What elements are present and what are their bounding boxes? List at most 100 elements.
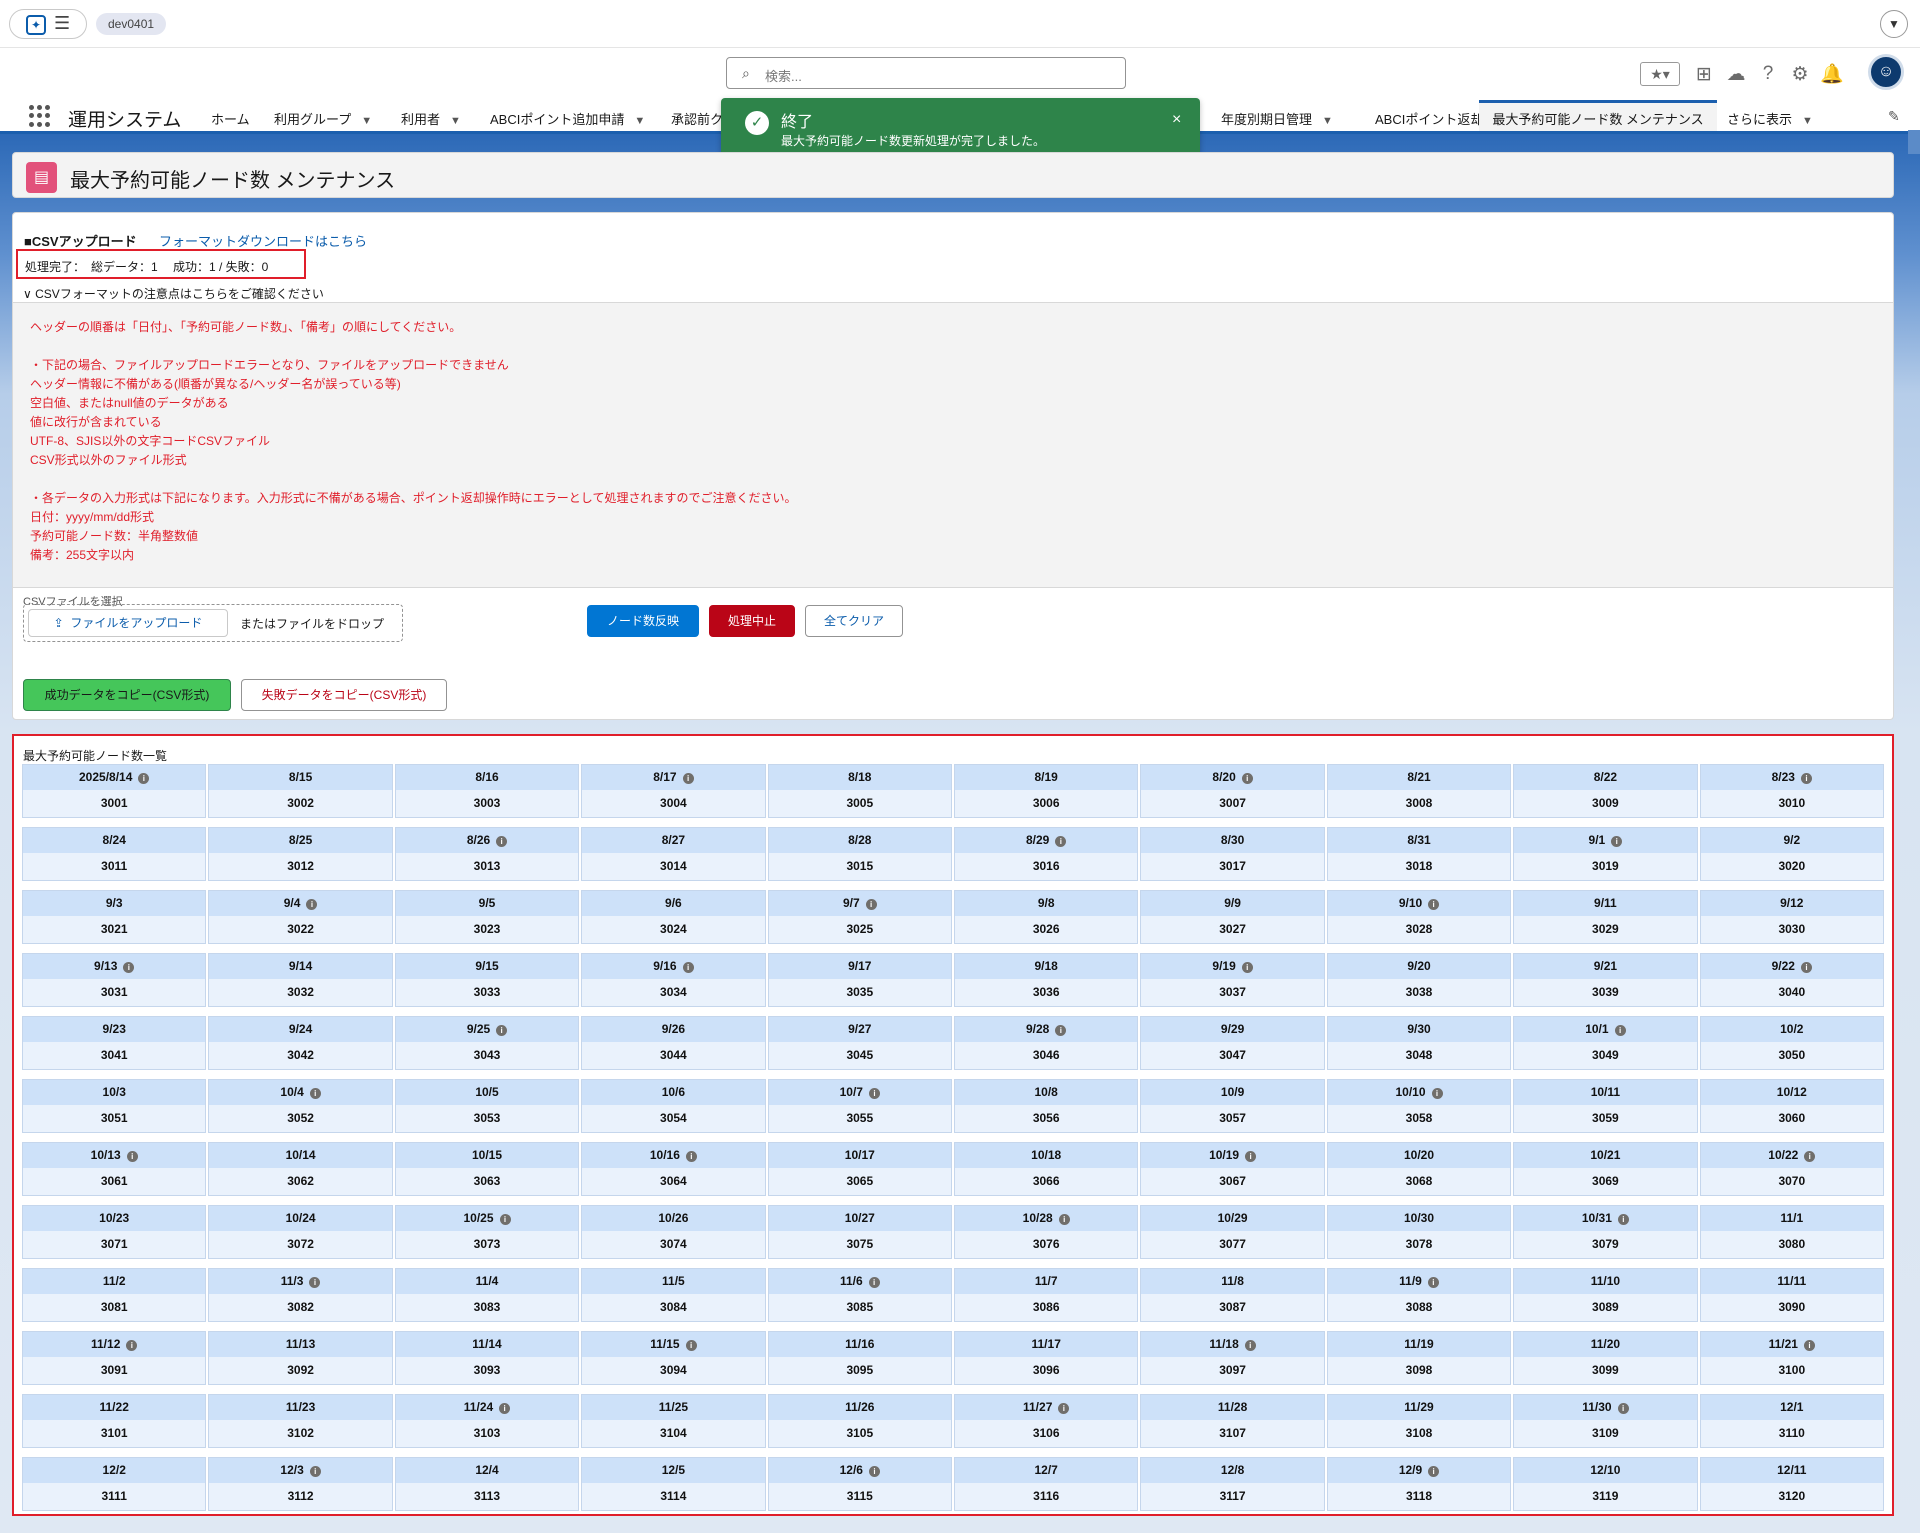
info-icon[interactable]: i	[868, 1277, 880, 1288]
info-icon[interactable]: i	[1617, 1214, 1629, 1225]
info-icon[interactable]: i	[309, 1277, 321, 1288]
nav-item-user-groups[interactable]: 利用グループ ▼	[274, 109, 372, 128]
copy-success-button[interactable]: 成功データをコピー(CSV形式)	[23, 679, 231, 711]
info-icon[interactable]: i	[126, 1151, 138, 1162]
node-cell: 9/8 3026	[953, 890, 1139, 944]
note-line: ヘッダー情報に不備がある(順番が異なる/ヘッダー名が誤っている等)	[30, 377, 401, 391]
notes-toggle[interactable]: ∨ CSVフォーマットの注意点はこちらをご確認ください	[23, 285, 324, 302]
close-icon[interactable]: ×	[1172, 111, 1181, 129]
app-launcher-icon[interactable]	[29, 105, 51, 127]
info-icon[interactable]: i	[1058, 1214, 1070, 1225]
node-value: 3068	[1327, 1168, 1511, 1195]
info-icon[interactable]: i	[685, 1151, 697, 1162]
copy-failure-button[interactable]: 失敗データをコピー(CSV形式)	[241, 679, 447, 711]
search-input[interactable]: ⌕ 検索...	[726, 57, 1126, 89]
node-date: 9/15	[395, 954, 579, 979]
clear-all-button[interactable]: 全てクリア	[805, 605, 903, 637]
info-icon[interactable]: i	[1055, 1025, 1067, 1036]
node-value: 3039	[1514, 979, 1697, 1006]
nav-item-label: 利用者	[401, 112, 441, 127]
node-cell: 11/7 3086	[953, 1268, 1139, 1322]
info-icon[interactable]: i	[126, 1340, 138, 1351]
node-value: 3048	[1327, 1042, 1511, 1069]
info-icon[interactable]: i	[868, 1466, 880, 1477]
info-icon[interactable]: i	[1804, 1151, 1816, 1162]
info-icon[interactable]: i	[1241, 962, 1253, 973]
info-icon[interactable]: i	[1428, 1466, 1440, 1477]
node-date: 9/11	[1514, 891, 1697, 916]
info-icon[interactable]: i	[1427, 1277, 1439, 1288]
nav-item-point-return[interactable]: ABCIポイント返却	[1375, 109, 1483, 128]
info-icon[interactable]: i	[865, 899, 877, 910]
format-download-link[interactable]: フォーマットダウンロードはこちら	[159, 231, 367, 250]
node-cell: 10/22 i 3070	[1699, 1142, 1884, 1196]
info-icon[interactable]: i	[1241, 773, 1253, 784]
help-icon[interactable]: ?	[1752, 63, 1784, 85]
info-icon[interactable]: i	[123, 962, 135, 973]
node-date: 10/27	[768, 1206, 951, 1231]
info-icon[interactable]: i	[309, 1466, 321, 1477]
info-icon[interactable]: i	[1428, 899, 1440, 910]
info-icon[interactable]: i	[306, 899, 318, 910]
trailhead-icon[interactable]: ☁	[1720, 63, 1752, 86]
info-icon[interactable]: i	[496, 1025, 508, 1036]
info-icon[interactable]: i	[138, 773, 150, 784]
add-icon[interactable]: ⊞	[1688, 63, 1720, 86]
info-icon[interactable]: i	[496, 836, 508, 847]
side-panel-handle[interactable]	[1908, 130, 1920, 154]
info-icon[interactable]: i	[682, 773, 694, 784]
info-icon[interactable]: i	[1617, 1403, 1629, 1414]
info-icon[interactable]: i	[1058, 1403, 1070, 1414]
bell-icon[interactable]: 🔔	[1816, 62, 1848, 86]
info-icon[interactable]: i	[1800, 962, 1812, 973]
chevron-down-icon[interactable]: ▼	[1322, 115, 1333, 127]
info-icon[interactable]: i	[1431, 1088, 1443, 1099]
node-cell: 8/18 3005	[767, 764, 952, 818]
nav-item-point-requests[interactable]: ABCIポイント追加申請 ▼	[490, 109, 645, 128]
chevron-down-icon[interactable]: ▼	[634, 115, 645, 127]
node-date-label: 9/19	[1212, 959, 1236, 973]
pencil-icon[interactable]: ✎	[1888, 108, 1900, 125]
abort-button[interactable]: 処理中止	[709, 605, 795, 637]
nav-more[interactable]: さらに表示 ▼	[1727, 109, 1813, 128]
node-date: 11/5	[582, 1269, 765, 1294]
favorites-icon[interactable]: ★▾	[1640, 62, 1680, 86]
info-icon[interactable]: i	[682, 962, 694, 973]
node-date: 9/25 i	[395, 1017, 579, 1042]
info-icon[interactable]: i	[1614, 1025, 1626, 1036]
info-icon[interactable]: i	[1245, 1151, 1257, 1162]
node-date: 8/26 i	[395, 828, 579, 853]
node-date: 12/6 i	[768, 1458, 951, 1483]
info-icon[interactable]: i	[1055, 836, 1067, 847]
info-icon[interactable]: i	[1244, 1340, 1256, 1351]
upload-file-button[interactable]: ⇪ ファイルをアップロード	[28, 609, 228, 637]
nav-item-users[interactable]: 利用者 ▼	[401, 109, 461, 128]
node-cell: 9/10 i 3028	[1326, 890, 1512, 944]
node-value: 3045	[768, 1042, 951, 1069]
chevron-down-icon[interactable]: ▼	[1880, 10, 1908, 38]
apply-node-count-button[interactable]: ノード数反映	[587, 605, 699, 637]
info-icon[interactable]: i	[685, 1340, 697, 1351]
info-icon[interactable]: i	[499, 1214, 511, 1225]
node-date: 9/4 i	[209, 891, 392, 916]
info-icon[interactable]: i	[309, 1088, 321, 1099]
node-date-label: 8/20	[1212, 770, 1236, 784]
info-icon[interactable]: i	[499, 1403, 511, 1414]
gear-icon[interactable]: ⚙	[1784, 63, 1816, 86]
info-icon[interactable]: i	[1803, 1340, 1815, 1351]
node-value: 3060	[1700, 1105, 1883, 1132]
avatar[interactable]: ☺	[1868, 54, 1904, 90]
chevron-down-icon[interactable]: ▼	[450, 115, 461, 127]
info-icon[interactable]: i	[868, 1088, 880, 1099]
chevron-down-icon[interactable]: ▼	[361, 115, 372, 127]
chevron-down-icon[interactable]: ▼	[1802, 115, 1813, 127]
nav-item-deadline[interactable]: 年度別期日管理 ▼	[1221, 109, 1333, 128]
app-switcher-button[interactable]: ✦ ☰	[9, 9, 87, 39]
node-value: 3025	[768, 916, 951, 943]
nav-item-pre-approval[interactable]: 承認前ク	[671, 109, 723, 128]
file-dropzone[interactable]: ⇪ ファイルをアップロード またはファイルをドロップ	[23, 604, 403, 642]
info-icon[interactable]: i	[1800, 773, 1812, 784]
tab-max-node-maintenance[interactable]: 最大予約可能ノード数 メンテナンス	[1479, 100, 1717, 131]
info-icon[interactable]: i	[1611, 836, 1623, 847]
nav-item-home[interactable]: ホーム	[211, 109, 250, 128]
